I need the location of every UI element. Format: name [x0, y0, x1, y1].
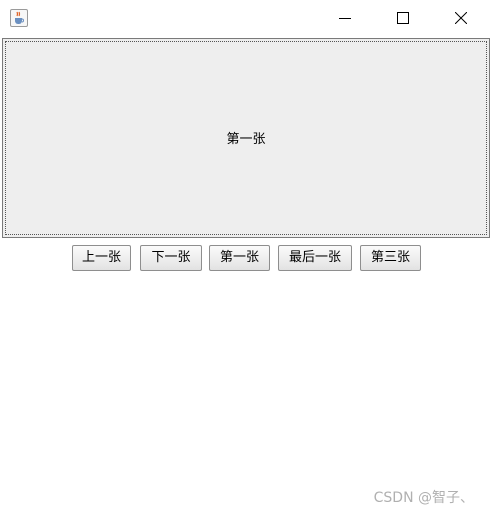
title-bar[interactable] [0, 0, 492, 37]
card-label: 第一张 [226, 132, 266, 147]
minimize-button[interactable] [322, 0, 368, 37]
app-window: 第一张 上一张 下一张 第一张 最后一张 第三张 CSDN @智子、 [0, 0, 492, 506]
third-button[interactable]: 第三张 [360, 245, 421, 271]
java-cup-icon[interactable] [10, 9, 28, 27]
maximize-button[interactable] [380, 0, 426, 37]
watermark: CSDN @智子、 [373, 490, 474, 506]
next-button[interactable]: 下一张 [140, 245, 202, 271]
maximize-icon [397, 12, 409, 24]
card-panel: 第一张 [2, 38, 490, 238]
minimize-icon [339, 18, 351, 19]
first-button[interactable]: 第一张 [209, 245, 270, 271]
previous-button[interactable]: 上一张 [72, 245, 131, 271]
button-bar: 上一张 下一张 第一张 最后一张 第三张 CSDN @智子、 [0, 239, 492, 506]
close-button[interactable] [438, 0, 484, 37]
last-button[interactable]: 最后一张 [278, 245, 352, 271]
close-icon [455, 12, 467, 24]
